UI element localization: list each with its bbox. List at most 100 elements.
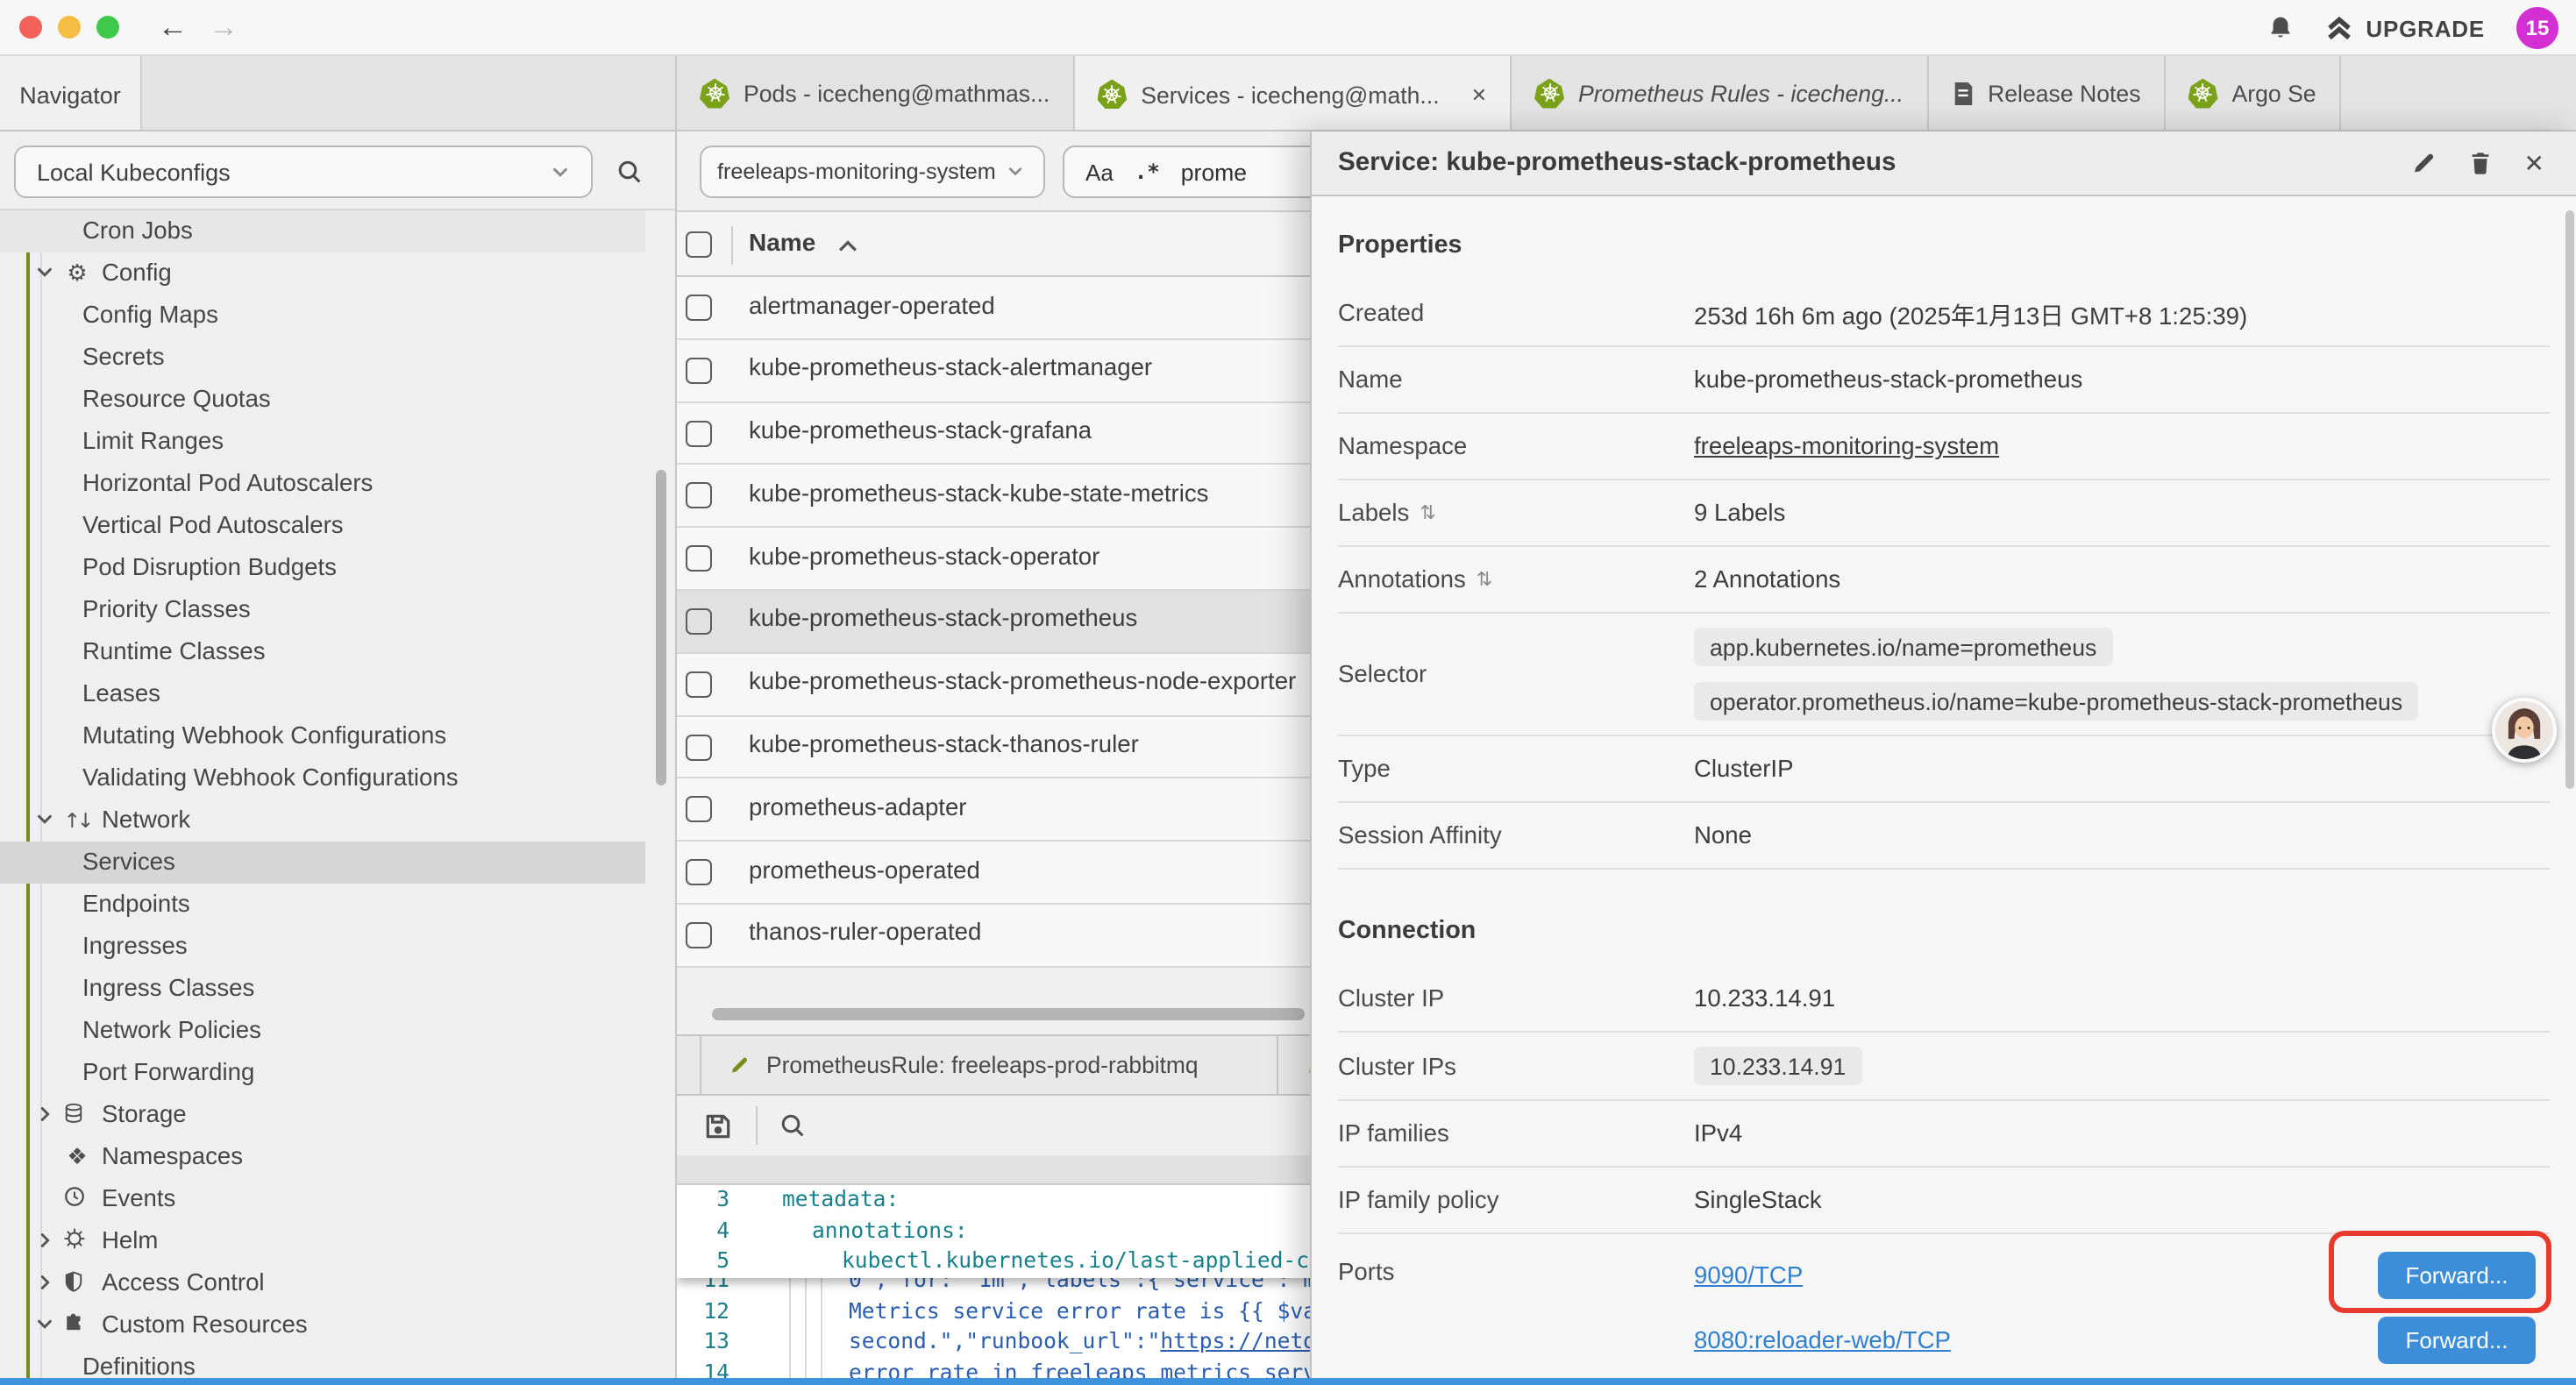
match-case-toggle[interactable]: Aa [1085, 159, 1114, 185]
detail-value: 9 Labels [1694, 500, 1785, 526]
bell-icon[interactable] [2267, 14, 2294, 42]
puzzle-icon [63, 1311, 91, 1339]
upgrade-button[interactable]: UPGRADE [2325, 15, 2485, 41]
close-panel-button[interactable]: ✕ [2524, 148, 2544, 178]
sidebar-item-endpoints[interactable]: Endpoints [0, 884, 675, 926]
filter-query-value: prome [1181, 159, 1247, 185]
tab-services-icecheng-math[interactable]: Services - icecheng@math...✕ [1074, 56, 1512, 130]
row-checkbox[interactable] [686, 922, 712, 948]
sort-ascending-icon[interactable] [838, 240, 857, 252]
chevron-down-icon [35, 1315, 54, 1334]
sort-toggle-icon[interactable]: ⇅ [1420, 501, 1435, 524]
editor-tab-prometheusrule[interactable]: PrometheusRule: freeleaps-prod-rabbitmq [700, 1036, 1278, 1094]
value-chip: app.kubernetes.io/name=prometheus [1694, 628, 2112, 666]
sidebar-item-label: Helm [102, 1226, 158, 1253]
close-window-button[interactable] [19, 16, 42, 39]
sidebar-item-port-forwarding[interactable]: Port Forwarding [0, 1052, 675, 1094]
clock-icon [63, 1185, 91, 1213]
port-link[interactable]: 8080:reloader-web/TCP [1694, 1327, 1951, 1353]
sidebar-item-config[interactable]: ⚙Config [0, 252, 675, 295]
tab-prometheus-rules-icecheng[interactable]: Prometheus Rules - icecheng... [1512, 56, 1928, 130]
sidebar-item-mutating-webhook-configurations[interactable]: Mutating Webhook Configurations [0, 715, 675, 757]
sort-toggle-icon[interactable]: ⇅ [1477, 568, 1492, 591]
sidebar-item-secrets[interactable]: Secrets [0, 337, 675, 379]
back-arrow-icon[interactable]: ← [158, 12, 188, 42]
close-tab-icon[interactable]: ✕ [1471, 83, 1487, 106]
sidebar-search-button[interactable] [605, 146, 654, 198]
select-all-checkbox[interactable] [686, 231, 712, 258]
forward-button[interactable]: Forward... [2378, 1317, 2536, 1364]
sidebar-item-custom-resources[interactable]: Custom Resources [0, 1304, 675, 1346]
forward-arrow-icon[interactable]: → [209, 12, 238, 42]
sidebar-item-horizontal-pod-autoscalers[interactable]: Horizontal Pod Autoscalers [0, 463, 675, 505]
sidebar-item-limit-ranges[interactable]: Limit Ranges [0, 421, 675, 463]
row-checkbox[interactable] [686, 797, 712, 823]
bottom-accent-bar [0, 1378, 2576, 1385]
maximize-window-button[interactable] [96, 16, 119, 39]
detail-label: Cluster IPs [1338, 1053, 1694, 1079]
search-icon [616, 158, 644, 186]
tab-release-notes[interactable]: Release Notes [1928, 56, 2165, 130]
tab-navigator[interactable]: Navigator [0, 56, 142, 131]
row-checkbox[interactable] [686, 608, 712, 635]
row-checkbox[interactable] [686, 734, 712, 760]
sidebar-scrollbar[interactable] [656, 470, 666, 785]
regex-toggle[interactable]: .* [1135, 160, 1160, 184]
row-checkbox[interactable] [686, 545, 712, 572]
sidebar-item-access-control[interactable]: Access Control [0, 1262, 675, 1304]
detail-row-cluster-ips: Cluster IPs10.233.14.91 [1338, 1033, 2550, 1101]
row-checkbox[interactable] [686, 671, 712, 698]
sidebar-item-namespaces[interactable]: ❖Namespaces [0, 1136, 675, 1178]
avatar[interactable] [2492, 698, 2557, 763]
sidebar-item-resource-quotas[interactable]: Resource Quotas [0, 379, 675, 421]
sidebar-item-ingresses[interactable]: Ingresses [0, 926, 675, 968]
row-checkbox[interactable] [686, 483, 712, 509]
sidebar-item-network[interactable]: ↑↓Network [0, 799, 675, 842]
sidebar-item-label: Secrets [82, 343, 165, 369]
window-controls[interactable] [19, 16, 119, 39]
minimize-window-button[interactable] [58, 16, 81, 39]
sidebar-item-pod-disruption-budgets[interactable]: Pod Disruption Budgets [0, 547, 675, 589]
forward-button[interactable]: Forward... [2378, 1252, 2536, 1299]
horizontal-scrollbar[interactable] [712, 1008, 1305, 1020]
sidebar-item-label: Access Control [102, 1268, 265, 1295]
notification-badge[interactable]: 15 [2516, 7, 2558, 49]
detail-label: Session Affinity [1338, 822, 1694, 849]
sidebar-item-leases[interactable]: Leases [0, 673, 675, 715]
sidebar-item-priority-classes[interactable]: Priority Classes [0, 589, 675, 631]
edit-button[interactable] [2410, 149, 2438, 177]
sidebar-item-network-policies[interactable]: Network Policies [0, 1010, 675, 1052]
name-column-header[interactable]: Name [749, 228, 815, 256]
service-name: kube-prometheus-stack-thanos-ruler [749, 731, 1139, 757]
panel-scrollbar[interactable] [2565, 210, 2574, 789]
sidebar-item-runtime-classes[interactable]: Runtime Classes [0, 631, 675, 673]
tab-pods-icecheng-mathmas[interactable]: Pods - icecheng@mathmas... [677, 56, 1074, 130]
sidebar-item-label: Runtime Classes [82, 637, 266, 664]
sidebar-item-validating-webhook-configurations[interactable]: Validating Webhook Configurations [0, 757, 675, 799]
delete-button[interactable] [2468, 149, 2494, 177]
row-checkbox[interactable] [686, 295, 712, 321]
row-checkbox[interactable] [686, 358, 712, 384]
sidebar-item-events[interactable]: Events [0, 1178, 675, 1220]
sidebar-item-vertical-pod-autoscalers[interactable]: Vertical Pod Autoscalers [0, 505, 675, 547]
kubeconfig-select[interactable]: Local Kubeconfigs [14, 146, 593, 198]
row-checkbox[interactable] [686, 420, 712, 446]
port-link[interactable]: 9090/TCP [1694, 1262, 1803, 1289]
service-name: kube-prometheus-stack-prometheus [749, 606, 1137, 632]
k8s-icon [1534, 79, 1564, 110]
namespace-link[interactable]: freeleaps-monitoring-system [1694, 433, 1999, 459]
search-icon[interactable] [779, 1112, 807, 1140]
sidebar-item-ingress-classes[interactable]: Ingress Classes [0, 968, 675, 1010]
sidebar-item-config-maps[interactable]: Config Maps [0, 295, 675, 337]
tab-argo-se[interactable]: Argo Se [2166, 56, 2341, 130]
k8s-icon [1097, 80, 1127, 110]
sidebar-item-storage[interactable]: Storage [0, 1094, 675, 1136]
code-text: annotations: [812, 1216, 968, 1246]
sidebar-item-services[interactable]: Services [0, 842, 645, 884]
namespace-select[interactable]: freeleaps-monitoring-system [700, 146, 1045, 198]
sidebar-item-cron-jobs[interactable]: Cron Jobs [0, 210, 645, 252]
row-checkbox[interactable] [686, 859, 712, 885]
save-icon[interactable] [703, 1111, 733, 1140]
detail-label: Annotations⇅ [1338, 566, 1694, 593]
sidebar-item-helm[interactable]: Helm [0, 1220, 675, 1262]
